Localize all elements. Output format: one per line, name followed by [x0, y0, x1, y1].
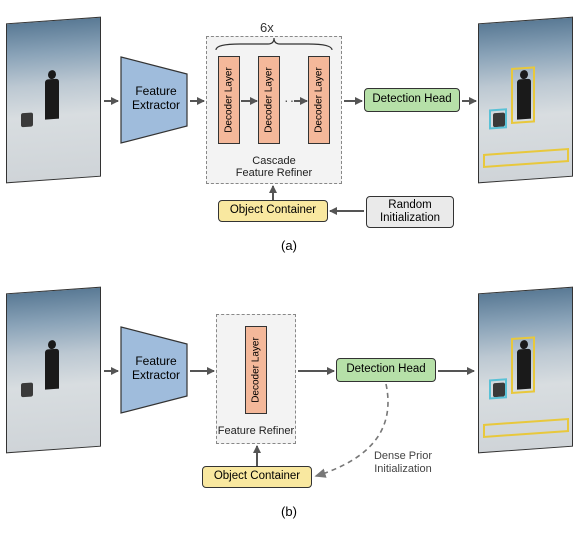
decoder-layer-b: Decoder Layer	[245, 326, 267, 414]
arrow-in-ext-b	[104, 370, 118, 372]
output-image-b	[478, 287, 573, 454]
object-container-a: Object Container	[218, 200, 328, 222]
input-image-b	[6, 287, 101, 454]
detection-head-label-a: Detection Head	[372, 93, 451, 106]
object-container-label-a: Object Container	[230, 204, 316, 217]
arrow-mod-det-a	[344, 100, 362, 102]
random-init-box: Random Initialization	[366, 196, 454, 228]
arrow-in-ext-a	[104, 100, 118, 102]
arrow-dec-23	[294, 100, 307, 102]
random-init-label: Random Initialization	[380, 199, 440, 225]
feature-extractor-label-b: Feature Extractor	[126, 354, 186, 383]
bbox-small-b	[489, 378, 507, 399]
panel-b: Feature Extractor Feature Refiner Decode…	[0, 270, 578, 530]
panel-label-a: (a)	[0, 238, 578, 253]
bbox-small-a	[489, 108, 507, 129]
arrow-cont-mod-b	[256, 446, 258, 466]
arrow-dec-12	[241, 100, 257, 102]
output-image-a	[478, 17, 573, 184]
bbox-person-b	[511, 336, 535, 394]
object-container-label-b: Object Container	[214, 470, 300, 483]
arrow-cont-mod-a	[272, 186, 274, 200]
decoder-layer-a-1: Decoder Layer	[218, 56, 240, 144]
decoder-layer-text-a-2: Decoder Layer	[264, 67, 275, 133]
brace-svg	[212, 36, 336, 52]
bbox-ski-b	[483, 418, 569, 438]
arrow-mod-det-b	[298, 370, 334, 372]
feature-extractor-label-a: Feature Extractor	[126, 84, 186, 113]
feature-extractor-a: Feature Extractor	[120, 56, 188, 144]
input-image-a	[6, 17, 101, 184]
feature-refiner-caption: Feature Refiner	[217, 425, 295, 437]
dense-prior-label: Dense Prior Initialization	[358, 450, 448, 475]
arrow-ext-mod-a	[190, 100, 204, 102]
bbox-ski-a	[483, 148, 569, 168]
panel-a: Feature Extractor Cascade Feature Refine…	[0, 0, 578, 260]
arrow-det-out-a	[462, 100, 476, 102]
decoder-layer-text-a-3: Decoder Layer	[314, 67, 325, 133]
detection-head-b: Detection Head	[336, 358, 436, 382]
object-container-b: Object Container	[202, 466, 312, 488]
cascade-refiner-caption: Cascade Feature Refiner	[207, 155, 341, 179]
detection-head-a: Detection Head	[364, 88, 460, 112]
decoder-count-label: 6x	[260, 20, 274, 35]
decoder-layer-text-a-1: Decoder Layer	[224, 67, 235, 133]
arrow-det-out-b	[438, 370, 474, 372]
decoder-layer-a-3: Decoder Layer	[308, 56, 330, 144]
feature-extractor-b: Feature Extractor	[120, 326, 188, 414]
arrow-rand-cont	[330, 210, 364, 212]
arrow-ext-mod-b	[190, 370, 214, 372]
decoder-layer-text-b: Decoder Layer	[251, 337, 262, 403]
bbox-person-a	[511, 66, 535, 124]
decoder-layer-a-2: Decoder Layer	[258, 56, 280, 144]
detection-head-label-b: Detection Head	[346, 363, 425, 376]
panel-label-b: (b)	[0, 504, 578, 519]
